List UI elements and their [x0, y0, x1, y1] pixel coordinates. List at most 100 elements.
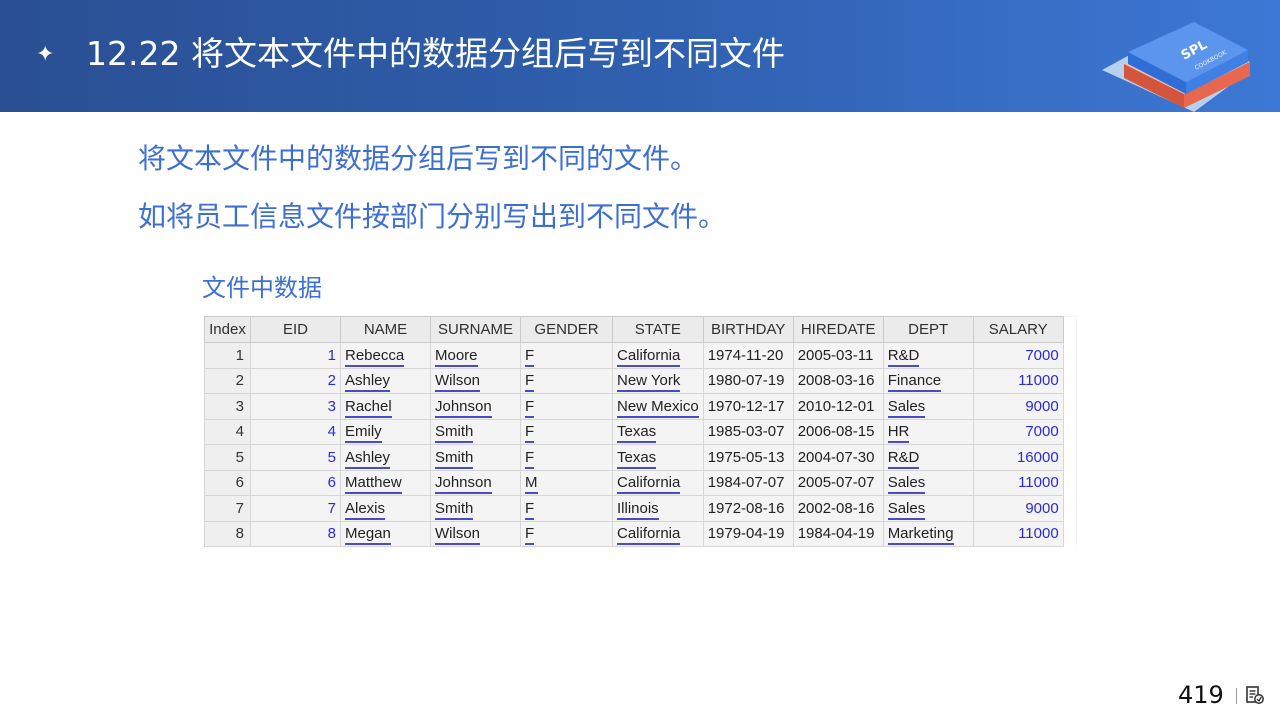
column-header-dept: DEPT: [882, 316, 974, 343]
table-edge: [1063, 521, 1077, 547]
cell-dept: R&D: [882, 342, 974, 369]
cell-birthday: 1970-12-17: [702, 393, 794, 420]
cell-salary: 11000: [972, 367, 1064, 394]
cell-salary: 11000: [972, 520, 1064, 547]
cell-surname: Moore: [430, 342, 521, 369]
cell-eid: 6: [250, 469, 341, 496]
cell-eid: 4: [250, 418, 341, 445]
cell-text: Sales: [887, 499, 926, 520]
cell-hiredate: 2005-03-11: [792, 342, 884, 369]
cell-salary: 7000: [972, 342, 1064, 369]
sparkle-icon: ✦: [36, 42, 55, 67]
cell-index: 7: [204, 495, 251, 522]
cell-state: California: [612, 520, 704, 547]
cell-hiredate: 2004-07-30: [792, 444, 884, 471]
cell-gender: F: [520, 393, 613, 420]
cell-text: Johnson: [435, 474, 492, 495]
cell-gender: F: [520, 367, 613, 394]
cell-surname: Johnson: [430, 393, 521, 420]
cell-name: Megan: [340, 520, 431, 547]
cell-birthday: 1979-04-19: [702, 520, 794, 547]
notes-icon[interactable]: [1244, 684, 1266, 706]
table-edge: [1063, 419, 1077, 445]
table-edge: [1063, 444, 1077, 470]
column-header-eid: EID: [250, 316, 341, 343]
cell-text: F: [525, 423, 535, 444]
cell-salary: 7000: [972, 418, 1064, 445]
cell-salary: 9000: [972, 495, 1064, 522]
cell-gender: F: [520, 342, 613, 369]
cell-text: HR: [887, 423, 910, 444]
cell-gender: F: [520, 418, 613, 445]
cell-text: New Mexico: [617, 397, 699, 418]
table-edge: [1063, 316, 1077, 343]
cell-hiredate: 1984-04-19: [792, 520, 884, 547]
cell-text: Illinois: [617, 499, 659, 520]
footer-divider: [1236, 688, 1237, 704]
cell-text: R&D: [887, 448, 920, 469]
table-edge: [1063, 342, 1077, 368]
cell-hiredate: 2005-07-07: [792, 469, 884, 496]
cell-text: Rachel: [345, 397, 392, 418]
column-header-salary: SALARY: [972, 316, 1064, 343]
column-header-birthday: BIRTHDAY: [702, 316, 794, 343]
cell-eid: 2: [250, 367, 341, 394]
cell-text: Matthew: [345, 474, 402, 495]
cell-name: Rebecca: [340, 342, 431, 369]
cell-text: Wilson: [435, 372, 481, 393]
page-number: 419: [1178, 681, 1224, 709]
table-row: 1 1 Rebecca Moore F California 1974-11-20 2005-…: [204, 342, 1077, 369]
cell-surname: Smith: [430, 418, 521, 445]
intro-line-1: 将文本文件中的数据分组后写到不同的文件。: [138, 142, 699, 175]
cell-eid: 1: [250, 342, 341, 369]
cell-surname: Smith: [430, 495, 521, 522]
cell-index: 4: [204, 418, 251, 445]
intro-line-2: 如将员工信息文件按部门分别写出到不同文件。: [138, 200, 727, 233]
cell-birthday: 1972-08-16: [702, 495, 794, 522]
slide-header: ✦ 12.22 将文本文件中的数据分组后写到不同文件: [0, 0, 1280, 112]
cell-text: Smith: [435, 499, 474, 520]
cell-gender: M: [520, 469, 613, 496]
cell-surname: Smith: [430, 444, 521, 471]
cell-birthday: 1984-07-07: [702, 469, 794, 496]
cell-state: Texas: [612, 444, 704, 471]
cell-text: Rebecca: [345, 346, 405, 367]
cell-salary: 11000: [972, 469, 1064, 496]
table-row: 7 7 Alexis Smith F Illinois 1972-08-16 2002-08-…: [204, 495, 1077, 522]
cell-text: Smith: [435, 448, 474, 469]
cell-text: Finance: [887, 372, 942, 393]
cell-text: Sales: [887, 397, 926, 418]
cell-text: Texas: [617, 448, 657, 469]
cell-index: 2: [204, 367, 251, 394]
cell-dept: Sales: [882, 495, 974, 522]
cell-surname: Wilson: [430, 520, 521, 547]
cell-birthday: 1974-11-20: [702, 342, 794, 369]
cell-text: F: [525, 525, 535, 546]
cell-index: 6: [204, 469, 251, 496]
cell-state: Texas: [612, 418, 704, 445]
cell-index: 5: [204, 444, 251, 471]
employee-data-table: Index EID NAME SURNAME GENDER STATE BIRTHDAY HI…: [204, 316, 1077, 547]
cell-hiredate: 2008-03-16: [792, 367, 884, 394]
cell-name: Ashley: [340, 444, 431, 471]
cell-gender: F: [520, 444, 613, 471]
cell-text: Smith: [435, 423, 474, 444]
cell-eid: 5: [250, 444, 341, 471]
cell-index: 8: [204, 520, 251, 547]
cell-gender: F: [520, 520, 613, 547]
cell-text: California: [617, 346, 681, 367]
table-edge: [1063, 393, 1077, 419]
cell-birthday: 1975-05-13: [702, 444, 794, 471]
cell-gender: F: [520, 495, 613, 522]
cell-text: Johnson: [435, 397, 492, 418]
cell-index: 1: [204, 342, 251, 369]
cell-dept: Sales: [882, 393, 974, 420]
cell-birthday: 1985-03-07: [702, 418, 794, 445]
cell-text: Emily: [345, 423, 382, 444]
cell-eid: 7: [250, 495, 341, 522]
table-header-row: Index EID NAME SURNAME GENDER STATE BIRTHDAY HI…: [204, 316, 1077, 343]
cell-text: Moore: [435, 346, 478, 367]
cell-text: Texas: [617, 423, 657, 444]
cell-text: M: [525, 474, 538, 495]
cell-dept: HR: [882, 418, 974, 445]
